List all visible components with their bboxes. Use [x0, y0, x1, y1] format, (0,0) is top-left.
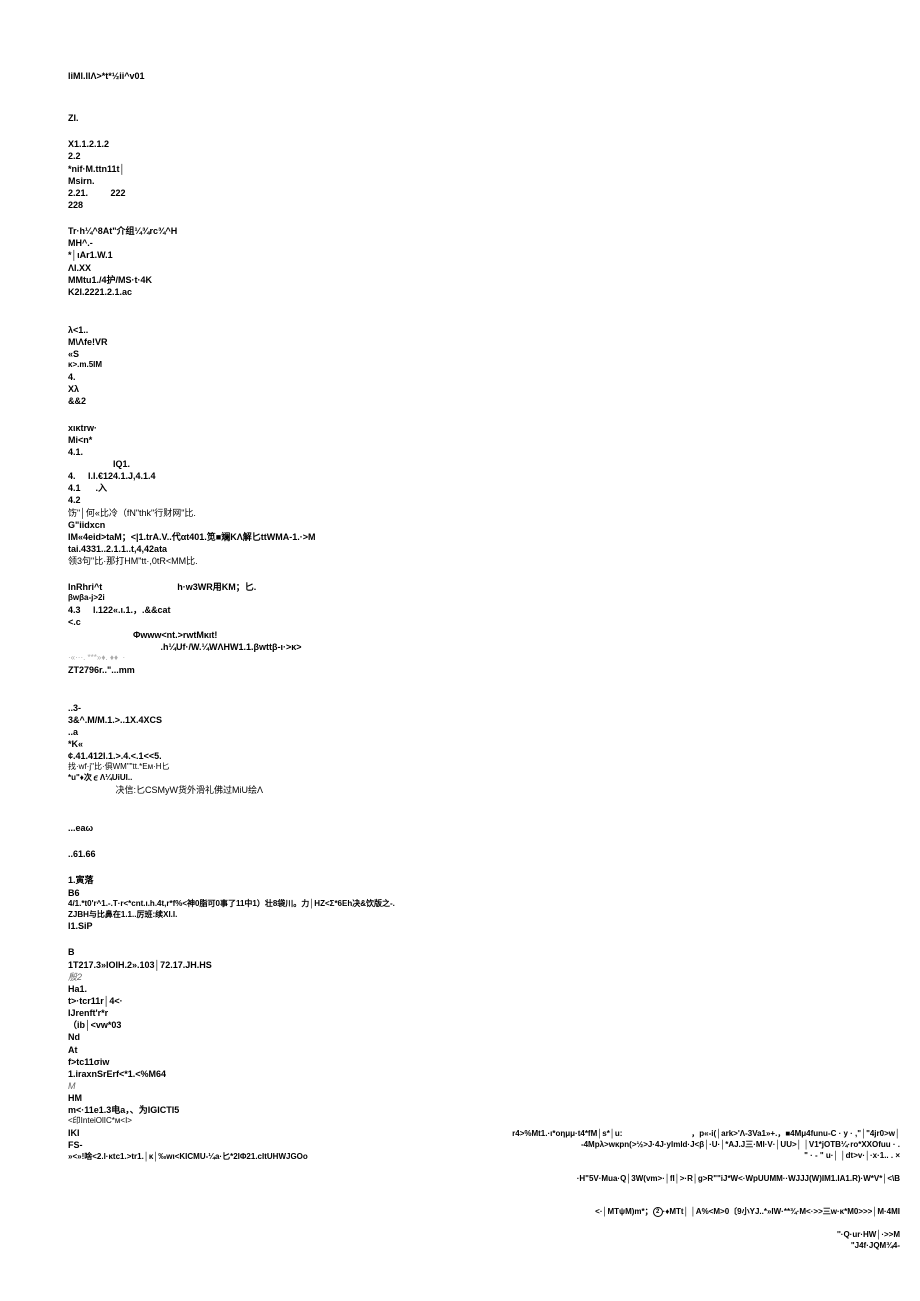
text-line: MMtu1./4护/MS·t·4K — [68, 274, 852, 286]
text-line: m<·11e1.3电a，、为IGICTI5 — [68, 1104, 852, 1116]
text-line: ¢.41.412I.1.>.4.<.1<<5. — [68, 750, 852, 762]
header-line: liMl.llΛ>*t*½ii^v01 — [68, 70, 852, 82]
text-line: f>tc11σiw — [68, 1056, 852, 1068]
footer-line: ·H"5V·Mua·Q│3W(vm>·│fI│>·R│g>R""iJ*W<·Wp… — [430, 1162, 900, 1196]
footer-line: "J4f·JQM¾4- — [430, 1240, 900, 1251]
text-line: B6 — [68, 887, 852, 899]
text-line: 1.iraxnSrErf<*1.<%M64 — [68, 1068, 852, 1080]
text-line: «S — [68, 348, 852, 360]
text-line: 1.寅落 — [68, 874, 852, 886]
text-line: （ib│<vw*03 — [68, 1019, 852, 1031]
text-line: tai.4331..2.1.1..t,4,42ata — [68, 543, 852, 555]
text-line: ..a — [68, 726, 852, 738]
text-line: 4/1.*t0'r^1.-.T·r<*cnt.ι.h.4t,r*f%<神0脂可0… — [68, 899, 852, 910]
text-line: M\Λfe!VR — [68, 336, 852, 348]
text-line: *K« — [68, 738, 852, 750]
text-line: λ<1.. — [68, 324, 852, 336]
document-page: liMl.llΛ>*t*½ii^v01 ZI. X1.1.2.1.2 2.2 *… — [0, 0, 920, 1182]
footer-line: <·│MTψM)m*；2·♦MTt│ │A%<M>0〔9小YJ..*»IW·**… — [430, 1195, 900, 1229]
text-line: βwβa-j>2i — [68, 593, 852, 604]
text-line: 殷2 — [68, 971, 852, 983]
text-line: κ>.m.5IM — [68, 360, 852, 371]
text-line: <.c — [68, 616, 852, 628]
footer-line: r4>%Mt1.·ι*oημμ·t4*fM│s*│u: ，p«-i(│ark>'… — [430, 1128, 900, 1139]
text-line: &&2 — [68, 395, 852, 407]
text-line: ZT2796r.."...mm — [68, 664, 852, 676]
footer-line: " · - " u·│ │dt>v·│·x·1.. . × — [430, 1150, 900, 1161]
text-line: *nif·M.ttn11t│ — [68, 163, 852, 175]
footer-span: ·H"5V·Mua·Q│3W(vm>·│fI│>·R│g>R""iJ*W<·Wp… — [577, 1174, 900, 1183]
text-line: K2I.2221.2.1.ac — [68, 286, 852, 298]
text-line: Msirn. — [68, 175, 852, 187]
text-line: HM — [68, 1092, 852, 1104]
text-line: Φwww<nt.>rwtMκιt! — [68, 629, 852, 641]
footer-line: ''·Q·ur·HW│·>>M — [430, 1229, 900, 1240]
text-line: Tr·h¼^8At"介组¼¾rc¾^H — [68, 225, 852, 237]
text-line: 4.1 .入 — [68, 482, 852, 494]
text-line: 228 — [68, 199, 852, 211]
text-line: IQ1. — [68, 458, 852, 470]
text-line: 4. I.I.€124.1.J,4.1.4 — [68, 470, 852, 482]
text-line: 1T217.3»IOIH.2».103│72.17.JH.HS — [68, 959, 852, 971]
text-line: Xλ — [68, 383, 852, 395]
text-line: At — [68, 1044, 852, 1056]
text-line: G"iidxcn — [68, 519, 852, 531]
text-line: 4.2 — [68, 494, 852, 506]
text-line: I1.SiP — [68, 920, 852, 932]
text-line: .h¼Uf·/W.¼WΛHW1.1.βwttβ-ι·>κ> — [68, 641, 852, 653]
text-line: ..3- — [68, 702, 852, 714]
text-line: 3&^.M/M.1.>..1X.4XCS — [68, 714, 852, 726]
text-line: 饬"│何«比冷（fN"thk"行财网"比. — [68, 507, 852, 519]
text-line: <印InteiOlIC*м<I> — [68, 1116, 852, 1127]
text-line: Nd — [68, 1031, 852, 1043]
text-line: 2.2 — [68, 150, 852, 162]
sec1-title: ZI. — [68, 112, 852, 124]
text-line: ·«···. ***»♦. ♦♦ · — [68, 653, 852, 664]
text-line: 找·wf·j"比·俱WM""tt.*Eм·H匕 — [68, 762, 852, 773]
text-line: MH^.- — [68, 237, 852, 249]
text-line: InRhri^t h·w3WR用KM；匕. — [68, 581, 852, 593]
text-line: 决信:匕CSMyW货外滑礼佛过MiU绘Λ — [68, 784, 852, 796]
footer-span: <·│MTψM)m*； — [595, 1207, 652, 1216]
footer-span: ·♦MTt│ │A%<M>0〔9小YJ..*»IW·**¾·M<·>>三w·κ*… — [663, 1207, 900, 1216]
text-line: ΛI.XX — [68, 262, 852, 274]
text-line: ..61.66 — [68, 848, 852, 860]
footer-line: -4Mpλ>wκpn(>½>J·4J·ylmld·J<β│·U·│*AJ.J三·… — [430, 1139, 900, 1150]
text-line: Mi<n* — [68, 434, 852, 446]
text-line: IM«4eid>taM；<|1.trA.V..代αt401.笕■斓KΛ解匕ttW… — [68, 531, 852, 543]
text-line: ...eaω — [68, 822, 852, 834]
text-line: t>·tcr11r│4<· — [68, 995, 852, 1007]
circled-digit-icon: 2 — [653, 1207, 663, 1217]
text-line: ZJBH与比鼻在1.1..厉班:续XI.I. — [68, 910, 852, 921]
text-line: M — [68, 1080, 852, 1092]
text-line: *│ιAr1.W.1 — [68, 249, 852, 261]
text-line: 4.1. — [68, 446, 852, 458]
text-line: xικtrw· — [68, 422, 852, 434]
text-line: B — [68, 946, 852, 958]
text-line: IJrenft'r*r — [68, 1007, 852, 1019]
text-line: X1.1.2.1.2 — [68, 138, 852, 150]
text-line: Ha1. — [68, 983, 852, 995]
text-line: 领3句"比·那打HM"tt·,0tR<MM比. — [68, 555, 852, 567]
right-footer-block: r4>%Mt1.·ι*oημμ·t4*fM│s*│u: ，p«-i(│ark>'… — [430, 1128, 900, 1251]
text-line: 4. — [68, 371, 852, 383]
text-line: 4.3 l.122«.ι.1.，.&&cat — [68, 604, 852, 616]
text-line: *u"♦次∊Λ¼UiUI.. — [68, 773, 852, 784]
text-line: 2.21. 222 — [68, 187, 852, 199]
